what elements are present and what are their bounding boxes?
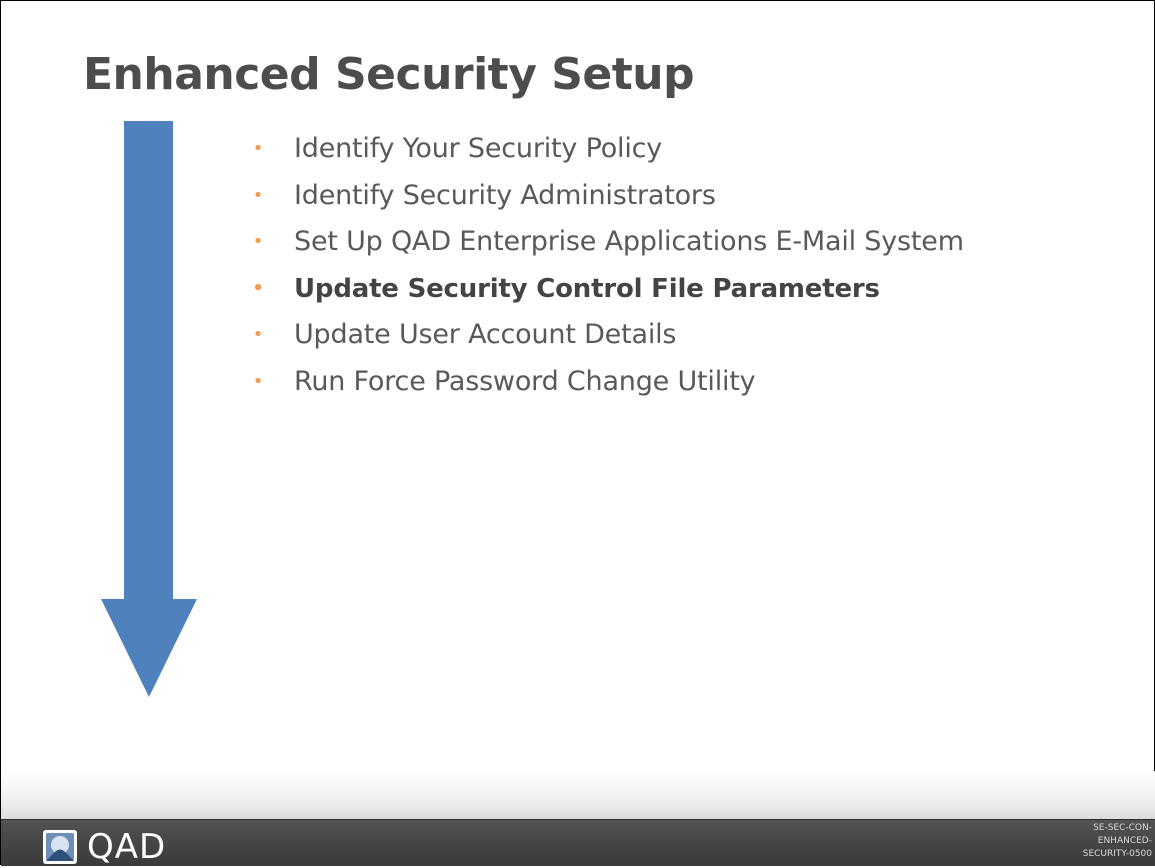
bullet-item: • Identify Your Security Policy	[251, 126, 964, 173]
bullet-item: • Run Force Password Change Utility	[251, 359, 964, 406]
doc-code-line: SE-SEC-CON-	[1093, 823, 1152, 833]
bullet-dot-icon: •	[252, 184, 264, 206]
document-code: SE-SEC-CON- ENHANCED- SECURITY-0500	[1056, 822, 1152, 861]
arrow-down-shape	[101, 121, 197, 697]
footer-bar: QAD SE-SEC-CON- ENHANCED- SECURITY-0500	[1, 819, 1155, 866]
bullet-text: Set Up QAD Enterprise Applications E-Mai…	[294, 226, 964, 257]
arrow-down-icon	[101, 121, 197, 697]
bullet-list: • Identify Your Security Policy • Identi…	[251, 126, 964, 405]
bullet-dot-icon: •	[252, 138, 264, 159]
qad-logo-icon	[43, 830, 77, 864]
bullet-text: Identify Security Administrators	[294, 179, 716, 211]
slide: Enhanced Security Setup • Identify Your …	[0, 0, 1155, 866]
bullet-item: • Identify Security Administrators	[251, 173, 964, 220]
bullet-item: • Update User Account Details	[251, 312, 964, 359]
bullet-text: Run Force Password Change Utility	[294, 365, 756, 397]
bullet-dot-icon: •	[252, 277, 264, 299]
logo-text: QAD	[87, 827, 167, 867]
footer-fade	[1, 771, 1155, 819]
bullet-dot-icon: •	[252, 324, 264, 345]
doc-code-line: ENHANCED-	[1097, 836, 1152, 846]
qad-logo: QAD	[43, 830, 166, 868]
slide-title: Enhanced Security Setup	[83, 49, 695, 100]
bullet-item: • Set Up QAD Enterprise Applications E-M…	[251, 219, 964, 266]
doc-code-line: SECURITY-0500	[1082, 849, 1152, 859]
bullet-text: Update Security Control File Parameters	[294, 273, 880, 304]
bullet-dot-icon: •	[252, 231, 264, 252]
bullet-text: Identify Your Security Policy	[294, 133, 663, 164]
bullet-text: Update User Account Details	[294, 319, 677, 350]
bullet-item-current: • Update Security Control File Parameter…	[251, 266, 964, 313]
bullet-dot-icon: •	[252, 370, 264, 392]
